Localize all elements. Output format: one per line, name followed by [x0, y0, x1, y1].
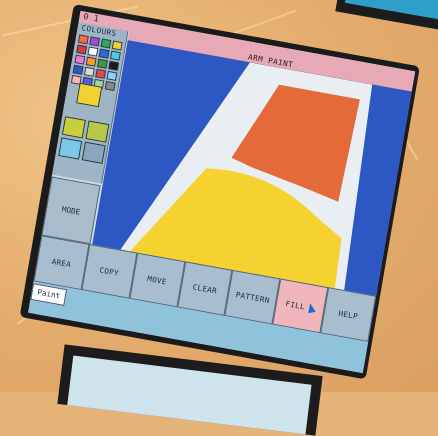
- fill-label: FILL: [284, 299, 306, 311]
- clear-button[interactable]: CLEAR: [176, 261, 233, 316]
- colour-swatch[interactable]: [87, 46, 99, 57]
- colour-swatch[interactable]: [74, 54, 86, 65]
- paint-tab[interactable]: Paint: [30, 283, 68, 306]
- area-button[interactable]: AREA: [33, 235, 90, 291]
- move-button[interactable]: MOVE: [129, 252, 185, 308]
- pattern-swatch[interactable]: [58, 137, 83, 160]
- colour-swatch[interactable]: [96, 58, 108, 69]
- colour-swatch[interactable]: [83, 66, 95, 77]
- colour-swatch[interactable]: [106, 70, 118, 81]
- pattern-button[interactable]: PATTERN: [224, 269, 281, 325]
- colour-swatch[interactable]: [76, 44, 88, 55]
- colour-swatch[interactable]: [95, 68, 107, 79]
- copy-button[interactable]: COPY: [81, 244, 138, 299]
- mode-button[interactable]: MODE: [41, 176, 101, 245]
- monitor-bezel: 0 1 COLOURS MODE ARM PAINT AREA COPY MOV…: [19, 4, 420, 380]
- fill-button[interactable]: FILL: [272, 278, 329, 334]
- monitor: 0 1 COLOURS MODE ARM PAINT AREA COPY MOV…: [0, 0, 438, 392]
- pattern-swatch[interactable]: [85, 120, 110, 143]
- colour-swatch[interactable]: [85, 56, 97, 67]
- colour-swatch[interactable]: [110, 50, 121, 61]
- pattern-swatch[interactable]: [61, 116, 86, 139]
- pattern-swatch[interactable]: [81, 141, 106, 164]
- current-colour-swatch[interactable]: [76, 82, 103, 108]
- colour-swatch[interactable]: [108, 60, 120, 71]
- mouse-pointer-icon: [306, 302, 317, 314]
- colour-swatch[interactable]: [72, 64, 84, 75]
- colour-swatch[interactable]: [111, 40, 123, 51]
- colour-swatch[interactable]: [104, 80, 116, 91]
- colour-swatch[interactable]: [77, 34, 89, 45]
- help-button[interactable]: HELP: [320, 287, 377, 342]
- pattern-grid: [58, 116, 110, 164]
- colour-swatch[interactable]: [89, 36, 101, 47]
- screen: 0 1 COLOURS MODE ARM PAINT AREA COPY MOV…: [28, 10, 416, 374]
- colour-swatch[interactable]: [98, 48, 110, 59]
- colour-swatch[interactable]: [100, 38, 112, 49]
